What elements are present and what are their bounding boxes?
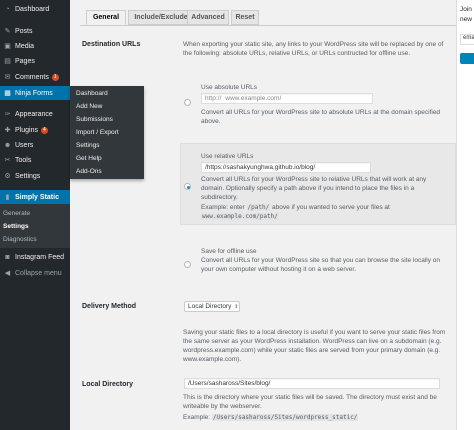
settings-icon: ⚙ bbox=[4, 173, 11, 180]
tab-divider bbox=[80, 25, 456, 26]
admin-sidebar: ◔ Dashboard ✎ Posts ▣ Media ▤ Pages ✉ Comment… bbox=[0, 0, 70, 430]
local-directory-description: This is the directory where your static … bbox=[183, 394, 437, 410]
sidebar-item-label: Instagram Feed bbox=[15, 253, 65, 261]
pin-icon: ✎ bbox=[4, 28, 11, 35]
sidebar-item-settings[interactable]: ⚙ Settings bbox=[0, 169, 70, 183]
tools-icon: ✂ bbox=[4, 157, 11, 164]
relative-url-path-value: /https://sashakyunghwa.github.io/blog/ bbox=[205, 164, 316, 171]
sidebar-item-label: Simply Static bbox=[15, 193, 59, 201]
comment-icon: ✉ bbox=[4, 74, 11, 81]
comments-count-badge: 1 bbox=[51, 73, 59, 81]
select-arrows-icon: ⇕ bbox=[234, 303, 239, 310]
sidebar-item-tools[interactable]: ✂ Tools bbox=[0, 153, 70, 167]
absolute-urls-description: Convert all URLs for your WordPress site… bbox=[201, 109, 441, 125]
delivery-method-selected: Local Directory bbox=[188, 303, 232, 310]
plugin-icon: ✚ bbox=[4, 127, 11, 134]
absolute-urls-title: Use absolute URLs bbox=[201, 84, 257, 91]
offline-use-title: Save for offline use bbox=[201, 248, 257, 255]
local-directory-value: /Users/sashaross/Sites/blog/ bbox=[188, 380, 271, 387]
local-directory-example: Example: /Users/sashaross/Sites/wordpres… bbox=[183, 413, 453, 422]
absolute-url-placeholder: www.example.com/ bbox=[225, 95, 282, 102]
sidebar-item-label: Media bbox=[15, 42, 35, 50]
example-prefix: Example: bbox=[183, 414, 211, 421]
relative-url-path-field[interactable]: /https://sashakyunghwa.github.io/blog/ bbox=[201, 162, 371, 173]
sidebar-item-label: Dashboard bbox=[15, 5, 50, 13]
signup-text-line-2: new bbox=[460, 16, 472, 23]
relative-urls-description: Convert all URLs for your WordPress site… bbox=[201, 176, 427, 201]
settings-main: General Include/Exclude Advanced Reset D… bbox=[70, 0, 456, 430]
sidebar-item-label: Settings bbox=[15, 172, 41, 180]
simply-static-icon: ▮ bbox=[5, 194, 10, 201]
relative-urls-example: Example: enter /path/ above if you wante… bbox=[201, 203, 451, 221]
destination-urls-description: When exporting your static site, any lin… bbox=[183, 41, 444, 57]
sidebar-item-label: Collapse menu bbox=[15, 269, 62, 277]
submenu-settings[interactable]: Settings bbox=[3, 223, 29, 230]
delivery-method-description: Saving your static files to a local dire… bbox=[183, 329, 446, 363]
submenu-generate[interactable]: Generate bbox=[3, 210, 30, 217]
delivery-method-select[interactable]: Local Directory ⇕ bbox=[184, 301, 240, 312]
delivery-method-label: Delivery Method bbox=[82, 303, 137, 310]
sidebar-item-label: Tools bbox=[15, 156, 32, 164]
signup-submit-button[interactable] bbox=[460, 53, 474, 64]
tab-reset[interactable]: Reset bbox=[231, 10, 259, 25]
sidebar-item-plugins[interactable]: ✚ Plugins 4 bbox=[0, 123, 70, 137]
signup-text-line-1: Join bbox=[460, 6, 472, 13]
tab-general[interactable]: General bbox=[86, 10, 126, 25]
sidebar-item-label: Posts bbox=[15, 27, 33, 35]
forms-icon: ▦ bbox=[4, 90, 11, 97]
sidebar-item-simply-static[interactable]: ▮ Simply Static bbox=[0, 190, 70, 204]
sidebar-item-users[interactable]: ☻ Users bbox=[0, 138, 70, 152]
sidebar-item-label: Users bbox=[15, 141, 34, 149]
tab-include-exclude[interactable]: Include/Exclude bbox=[128, 10, 194, 25]
example-url-code: www.example.com/path/ bbox=[201, 213, 279, 220]
offline-use-radio[interactable] bbox=[184, 261, 191, 268]
local-directory-label: Local Directory bbox=[82, 381, 133, 388]
local-directory-field[interactable]: /Users/sashaross/Sites/blog/ bbox=[184, 378, 440, 389]
plugins-count-badge: 4 bbox=[40, 126, 48, 134]
sidebar-item-comments[interactable]: ✉ Comments 1 bbox=[0, 70, 70, 84]
relative-urls-title: Use relative URLs bbox=[201, 153, 254, 160]
sidebar-item-appearance[interactable]: ✑ Appearance bbox=[0, 107, 70, 121]
dashboard-icon: ◔ bbox=[5, 5, 10, 13]
sidebar-item-label: Pages bbox=[15, 57, 35, 65]
simply-static-submenu: Generate Settings Diagnostics bbox=[0, 204, 70, 248]
relative-urls-radio[interactable] bbox=[184, 183, 191, 190]
sidebar-item-instagram-feed[interactable]: ◙ Instagram Feed bbox=[0, 250, 70, 264]
sidebar-item-label: Comments bbox=[15, 73, 49, 81]
url-scheme-select[interactable]: http:// bbox=[205, 95, 221, 102]
instagram-icon: ◙ bbox=[5, 253, 10, 261]
sidebar-item-ninja-forms[interactable]: ▦ Ninja Forms bbox=[0, 86, 70, 100]
absolute-url-field[interactable]: http:// www.example.com/ bbox=[201, 93, 373, 104]
sidebar-item-label: Ninja Forms bbox=[15, 89, 53, 97]
sidebar-item-posts[interactable]: ✎ Posts bbox=[0, 24, 70, 38]
example-path-code: /path/ bbox=[246, 204, 271, 211]
collapse-icon: ◀ bbox=[4, 270, 11, 277]
tab-advanced[interactable]: Advanced bbox=[187, 10, 229, 25]
brush-icon: ✑ bbox=[4, 111, 11, 118]
destination-urls-label: Destination URLs bbox=[82, 41, 141, 48]
media-icon: ▣ bbox=[4, 43, 11, 50]
sidebar-item-label: Appearance bbox=[15, 110, 53, 118]
signup-email-input[interactable]: ema bbox=[460, 34, 474, 45]
signup-side-panel: Join new ema bbox=[456, 0, 474, 430]
absolute-urls-radio[interactable] bbox=[184, 99, 191, 106]
example-prefix: Example: enter bbox=[201, 204, 245, 211]
example-directory-code: /Users/sashaross/Sites/wordpress_static/ bbox=[211, 414, 359, 421]
sidebar-item-pages[interactable]: ▤ Pages bbox=[0, 54, 70, 68]
offline-use-description: Convert all URLs for your WordPress site… bbox=[201, 257, 441, 273]
submenu-diagnostics[interactable]: Diagnostics bbox=[3, 236, 37, 243]
sidebar-item-label: Plugins bbox=[15, 126, 38, 134]
example-mid-text: above if you wanted to serve your files … bbox=[272, 204, 390, 211]
sidebar-item-media[interactable]: ▣ Media bbox=[0, 39, 70, 53]
sidebar-collapse-menu[interactable]: ◀ Collapse menu bbox=[0, 266, 70, 280]
pages-icon: ▤ bbox=[4, 58, 11, 65]
users-icon: ☻ bbox=[3, 141, 12, 149]
sidebar-item-dashboard[interactable]: ◔ Dashboard bbox=[0, 2, 70, 16]
